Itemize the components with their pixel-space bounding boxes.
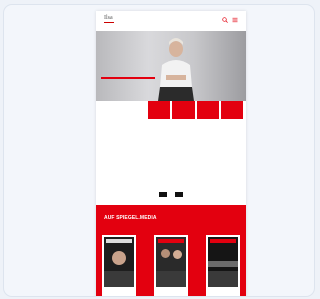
feature-tile-4[interactable]: [220, 101, 243, 119]
website-preview[interactable]: Ilsa AUF SPIEGEL.MEDIA: [96, 11, 246, 296]
header-icons: [222, 17, 238, 23]
site-header: Ilsa: [96, 11, 246, 31]
magazine-section: AUF SPIEGEL.MEDIA: [96, 205, 246, 296]
hero-portrait-image: [158, 38, 194, 101]
feature-tile-2[interactable]: [172, 101, 195, 119]
hero-caption[interactable]: [101, 77, 155, 79]
magazine-cover-image: [156, 237, 186, 287]
magazine-cover-image: [208, 237, 238, 287]
cover-image-strip: [208, 261, 238, 267]
preview-card: Ilsa AUF SPIEGEL.MEDIA: [3, 4, 315, 297]
cover-band: [208, 271, 238, 287]
cover-masthead: [106, 239, 132, 243]
cover-face: [173, 250, 182, 259]
logo-text: Ilsa: [104, 15, 113, 21]
cover-band: [156, 271, 186, 287]
magazine-card[interactable]: [102, 235, 136, 296]
search-icon[interactable]: [222, 17, 228, 23]
cta-buttons: [124, 192, 218, 197]
cover-face: [112, 251, 126, 265]
magazine-card[interactable]: [206, 235, 240, 296]
magazine-section-title: AUF SPIEGEL.MEDIA: [104, 215, 157, 221]
magazine-list: [102, 235, 240, 296]
cover-face: [161, 249, 170, 258]
logo-mark: [104, 22, 114, 23]
cover-band: [104, 271, 134, 287]
magazine-card[interactable]: [154, 235, 188, 296]
primary-cta-button[interactable]: [159, 192, 167, 197]
site-logo[interactable]: Ilsa: [104, 15, 122, 27]
feature-tiles: [148, 101, 243, 119]
secondary-cta-button[interactable]: [175, 192, 183, 197]
magazine-cover-image: [104, 237, 134, 287]
menu-icon[interactable]: [232, 17, 238, 23]
hero-banner: [96, 31, 246, 101]
cover-masthead: [210, 239, 236, 243]
cover-masthead: [158, 239, 184, 243]
feature-tile-1[interactable]: [148, 101, 171, 119]
feature-tile-3[interactable]: [196, 101, 219, 119]
